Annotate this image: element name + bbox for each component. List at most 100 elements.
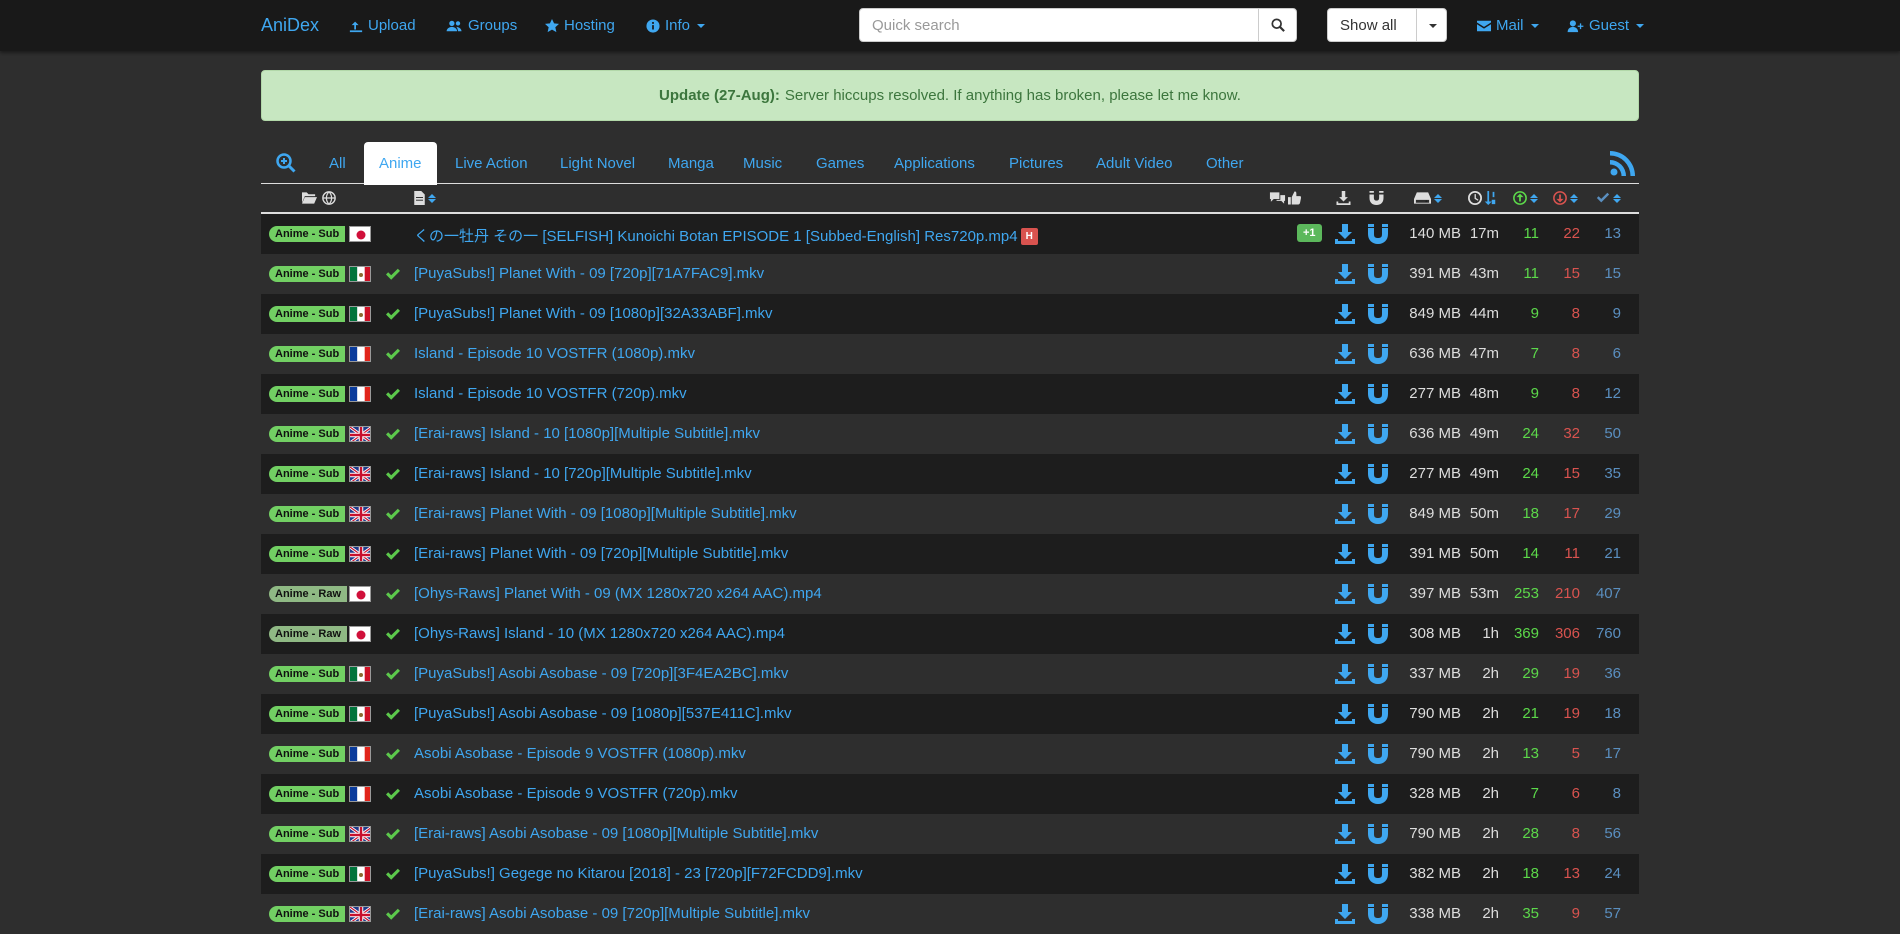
tab-live-action[interactable]: Live Action — [440, 142, 543, 184]
torrent-name-link[interactable]: [PuyaSubs!] Planet With - 09 [720p][71A7… — [414, 265, 764, 282]
filename-sort-header[interactable] — [414, 191, 436, 205]
category-badge[interactable]: Anime - Sub — [269, 906, 346, 922]
download-torrent-button[interactable] — [1335, 264, 1355, 284]
tab-anime[interactable]: Anime — [364, 142, 437, 185]
magnet-link-button[interactable] — [1368, 744, 1388, 764]
torrent-name-link[interactable]: [Erai-raws] Planet With - 09 [720p][Mult… — [414, 545, 788, 562]
category-badge[interactable]: Anime - Sub — [269, 826, 346, 842]
download-torrent-button[interactable] — [1335, 904, 1355, 924]
category-badge[interactable]: Anime - Sub — [269, 466, 346, 482]
filter-dropdown[interactable]: Show all — [1327, 8, 1447, 42]
torrent-name-link[interactable]: [Erai-raws] Asobi Asobase - 09 [720p][Mu… — [414, 905, 810, 922]
magnet-link-button[interactable] — [1368, 544, 1388, 564]
download-torrent-button[interactable] — [1335, 304, 1355, 324]
category-badge[interactable]: Anime - Sub — [269, 866, 346, 882]
download-torrent-button[interactable] — [1335, 784, 1355, 804]
category-badge[interactable]: Anime - Sub — [269, 346, 346, 362]
category-badge[interactable]: Anime - Sub — [269, 746, 346, 762]
download-torrent-button[interactable] — [1335, 464, 1355, 484]
magnet-link-button[interactable] — [1368, 664, 1388, 684]
nav-groups[interactable]: Groups — [446, 17, 517, 34]
magnet-link-button[interactable] — [1368, 584, 1388, 604]
torrent-name-link[interactable]: Island - Episode 10 VOSTFR (720p).mkv — [414, 385, 687, 402]
tab-applications[interactable]: Applications — [879, 142, 990, 184]
nav-guest[interactable]: Guest — [1567, 17, 1645, 34]
rss-feed-button[interactable] — [1610, 150, 1636, 176]
nav-info[interactable]: Info — [646, 17, 706, 34]
torrent-name-link[interactable]: [Ohys-Raws] Planet With - 09 (MX 1280x72… — [414, 585, 822, 602]
seeders-sort-header[interactable] — [1513, 191, 1538, 205]
magnet-link-button[interactable] — [1368, 864, 1388, 884]
category-badge[interactable]: Anime - Sub — [269, 306, 346, 322]
magnet-link-button[interactable] — [1368, 424, 1388, 444]
download-torrent-button[interactable] — [1335, 384, 1355, 404]
magnet-link-button[interactable] — [1368, 824, 1388, 844]
magnet-link-button[interactable] — [1368, 344, 1388, 364]
magnet-link-button[interactable] — [1368, 904, 1388, 924]
download-torrent-button[interactable] — [1335, 744, 1355, 764]
category-badge[interactable]: Anime - Sub — [269, 226, 346, 242]
nav-hosting[interactable]: Hosting — [545, 17, 615, 34]
leechers-sort-header[interactable] — [1553, 191, 1578, 205]
magnet-link-button[interactable] — [1368, 224, 1388, 244]
tab-music[interactable]: Music — [728, 142, 797, 184]
torrent-name-link[interactable]: [Erai-raws] Planet With - 09 [1080p][Mul… — [414, 505, 797, 522]
category-badge[interactable]: Anime - Sub — [269, 786, 346, 802]
magnet-link-button[interactable] — [1368, 704, 1388, 724]
torrent-name-link[interactable]: [PuyaSubs!] Planet With - 09 [1080p][32A… — [414, 305, 773, 322]
magnet-link-button[interactable] — [1368, 264, 1388, 284]
tab-adult-video[interactable]: Adult Video — [1081, 142, 1187, 184]
download-torrent-button[interactable] — [1335, 424, 1355, 444]
download-torrent-button[interactable] — [1335, 824, 1355, 844]
tab-games[interactable]: Games — [801, 142, 879, 184]
magnet-link-button[interactable] — [1368, 784, 1388, 804]
brand-logo[interactable]: AniDex — [261, 15, 319, 36]
torrent-name-link[interactable]: Asobi Asobase - Episode 9 VOSTFR (720p).… — [414, 785, 737, 802]
advanced-search-button[interactable] — [261, 142, 311, 184]
tab-other[interactable]: Other — [1191, 142, 1259, 184]
search-input[interactable] — [859, 8, 1259, 42]
torrent-name-link[interactable]: [PuyaSubs!] Gegege no Kitarou [2018] - 2… — [414, 865, 863, 882]
tab-all[interactable]: All — [314, 142, 361, 184]
magnet-link-button[interactable] — [1368, 304, 1388, 324]
torrent-name-link[interactable]: [Erai-raws] Asobi Asobase - 09 [1080p][M… — [414, 825, 818, 842]
download-torrent-button[interactable] — [1335, 504, 1355, 524]
nav-mail[interactable]: Mail — [1477, 17, 1539, 34]
torrent-name-link[interactable]: Island - Episode 10 VOSTFR (1080p).mkv — [414, 345, 695, 362]
category-badge[interactable]: Anime - Sub — [269, 546, 346, 562]
torrent-name-link[interactable]: [Erai-raws] Island - 10 [1080p][Multiple… — [414, 425, 760, 442]
torrent-name-link[interactable]: [PuyaSubs!] Asobi Asobase - 09 [1080p][5… — [414, 705, 791, 722]
category-badge[interactable]: Anime - Sub — [269, 386, 346, 402]
tab-pictures[interactable]: Pictures — [994, 142, 1078, 184]
tab-manga[interactable]: Manga — [653, 142, 729, 184]
magnet-link-button[interactable] — [1368, 624, 1388, 644]
category-badge[interactable]: Anime - Sub — [269, 666, 346, 682]
tab-light-novel[interactable]: Light Novel — [545, 142, 650, 184]
completed-sort-header[interactable] — [1596, 191, 1621, 205]
download-torrent-button[interactable] — [1335, 224, 1355, 244]
nav-upload[interactable]: Upload — [349, 17, 416, 34]
category-badge[interactable]: Anime - Sub — [269, 706, 346, 722]
download-torrent-button[interactable] — [1335, 344, 1355, 364]
torrent-name-link[interactable]: Asobi Asobase - Episode 9 VOSTFR (1080p)… — [414, 745, 746, 762]
download-torrent-button[interactable] — [1335, 624, 1355, 644]
torrent-name-link[interactable]: [Erai-raws] Island - 10 [720p][Multiple … — [414, 465, 752, 482]
torrent-name-link[interactable]: [Ohys-Raws] Island - 10 (MX 1280x720 x26… — [414, 625, 785, 642]
download-torrent-button[interactable] — [1335, 584, 1355, 604]
download-torrent-button[interactable] — [1335, 664, 1355, 684]
size-sort-header[interactable] — [1414, 191, 1442, 205]
magnet-link-button[interactable] — [1368, 504, 1388, 524]
torrent-name-link[interactable]: [PuyaSubs!] Asobi Asobase - 09 [720p][3F… — [414, 665, 788, 682]
torrent-name-link[interactable]: くの一牡丹 その一 [SELFISH] Kunoichi Botan EPISO… — [414, 225, 1038, 246]
download-torrent-button[interactable] — [1335, 704, 1355, 724]
magnet-link-button[interactable] — [1368, 384, 1388, 404]
magnet-link-button[interactable] — [1368, 464, 1388, 484]
category-badge[interactable]: Anime - Sub — [269, 266, 346, 282]
search-button[interactable] — [1258, 8, 1297, 42]
category-badge[interactable]: Anime - Sub — [269, 506, 346, 522]
category-badge[interactable]: Anime - Raw — [269, 626, 348, 642]
age-sort-header[interactable] — [1468, 191, 1496, 205]
download-torrent-button[interactable] — [1335, 864, 1355, 884]
category-badge[interactable]: Anime - Raw — [269, 586, 348, 602]
category-badge[interactable]: Anime - Sub — [269, 426, 346, 442]
